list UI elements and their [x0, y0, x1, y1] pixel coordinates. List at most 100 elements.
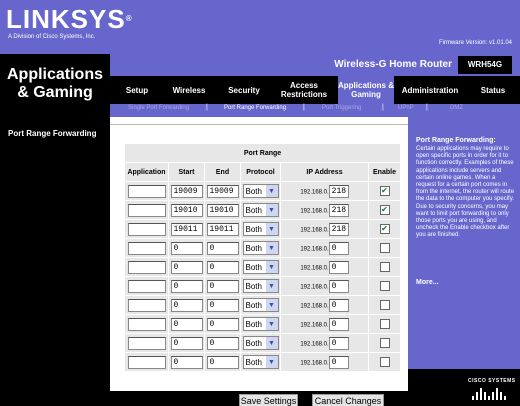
cell-start: 0 — [168, 333, 205, 353]
protocol-value: Both — [245, 205, 262, 215]
application-input[interactable] — [127, 241, 166, 255]
cell-protocol: Both ▼ — [240, 200, 281, 220]
ip-last-octet-input[interactable]: 218 — [328, 222, 349, 236]
start-port-input[interactable]: 19010 — [170, 203, 203, 217]
end-port-input[interactable]: 0 — [206, 279, 239, 293]
start-port-input[interactable]: 0 — [170, 241, 203, 255]
cell-enable — [368, 295, 401, 315]
cell-start: 19009 — [168, 181, 205, 201]
help-more-link[interactable]: More... — [416, 279, 439, 286]
enable-checkbox[interactable] — [379, 243, 390, 253]
application-input[interactable] — [127, 336, 166, 350]
tab-security[interactable]: Security — [220, 76, 268, 104]
end-port-input[interactable]: 19011 — [206, 222, 239, 236]
application-input[interactable] — [127, 203, 166, 217]
protocol-select[interactable]: Both ▼ — [242, 317, 279, 331]
enable-checkbox[interactable] — [379, 300, 390, 310]
protocol-value: Both — [245, 186, 262, 196]
end-port-input[interactable]: 0 — [206, 260, 239, 274]
end-port-input[interactable]: 19009 — [206, 184, 239, 198]
subtab-port-triggering[interactable]: Port Triggering — [322, 105, 361, 111]
end-port-input[interactable]: 0 — [206, 241, 239, 255]
subtab-upnp[interactable]: UPnP — [398, 105, 414, 111]
subtab-single-port-forwarding[interactable]: Single Port Forwarding — [128, 105, 189, 111]
tab-wireless[interactable]: Wireless — [166, 76, 212, 104]
cell-application — [124, 200, 169, 220]
enable-checkbox[interactable] — [379, 319, 390, 329]
start-port-input[interactable]: 0 — [170, 355, 203, 369]
enable-checkbox[interactable] — [379, 338, 390, 348]
end-port-input[interactable]: 19010 — [206, 203, 239, 217]
table-caption: Port Range — [124, 143, 401, 163]
cell-enable — [368, 314, 401, 334]
ip-last-octet-input[interactable]: 0 — [328, 355, 349, 369]
application-input[interactable] — [127, 355, 166, 369]
start-port-input[interactable]: 0 — [170, 260, 203, 274]
ip-last-octet-input[interactable]: 0 — [328, 298, 349, 312]
protocol-select[interactable]: Both ▼ — [242, 298, 279, 312]
ip-last-octet-input[interactable]: 0 — [328, 317, 349, 331]
cell-protocol: Both ▼ — [240, 181, 281, 201]
protocol-value: Both — [245, 281, 262, 291]
protocol-select[interactable]: Both ▼ — [242, 241, 279, 255]
application-input[interactable] — [127, 222, 166, 236]
protocol-select[interactable]: Both ▼ — [242, 355, 279, 369]
table-row: 0 0 Both ▼ 192.168.0. 0 — [124, 352, 401, 372]
subtab-port-range-forwarding[interactable]: Port Range Forwarding — [224, 105, 286, 111]
enable-checkbox[interactable] — [379, 281, 390, 291]
ip-last-octet-input[interactable]: 0 — [328, 336, 349, 350]
ip-last-octet-input[interactable]: 0 — [328, 279, 349, 293]
ip-last-octet-input[interactable]: 0 — [328, 260, 349, 274]
enable-checkbox[interactable]: ✔ — [379, 224, 390, 234]
start-port-input[interactable]: 0 — [170, 317, 203, 331]
ip-prefix: 192.168.0. — [300, 207, 329, 214]
ip-prefix: 192.168.0. — [300, 264, 329, 271]
subtab-dmz[interactable]: DMZ — [450, 105, 463, 111]
enable-checkbox[interactable]: ✔ — [379, 186, 390, 196]
section-title-line1: Applications — [6, 66, 103, 83]
ip-last-octet-input[interactable]: 0 — [328, 241, 349, 255]
start-port-input[interactable]: 0 — [170, 279, 203, 293]
end-port-input[interactable]: 0 — [206, 355, 239, 369]
enable-checkbox[interactable] — [379, 262, 390, 272]
tab-applications-gaming[interactable]: Applications & Gaming — [338, 76, 394, 104]
ip-last-octet-input[interactable]: 218 — [328, 203, 349, 217]
end-port-input[interactable]: 0 — [206, 336, 239, 350]
start-port-input[interactable]: 0 — [170, 298, 203, 312]
end-port-input[interactable]: 0 — [206, 317, 239, 331]
application-input[interactable] — [127, 184, 166, 198]
application-input[interactable] — [127, 260, 166, 274]
protocol-select[interactable]: Both ▼ — [242, 184, 279, 198]
model-number: WRH54G — [458, 56, 512, 74]
application-input[interactable] — [127, 298, 166, 312]
protocol-select[interactable]: Both ▼ — [242, 260, 279, 274]
tab-administration[interactable]: Administration — [398, 76, 462, 104]
cell-start: 19010 — [168, 200, 205, 220]
cancel-changes-button[interactable]: Cancel Changes — [312, 394, 384, 406]
application-input[interactable] — [127, 279, 166, 293]
start-port-input[interactable]: 19011 — [170, 222, 203, 236]
product-name: Wireless-G Home Router — [334, 59, 452, 70]
cell-application — [124, 257, 169, 277]
enable-checkbox[interactable]: ✔ — [379, 205, 390, 215]
start-port-input[interactable]: 0 — [170, 336, 203, 350]
protocol-select[interactable]: Both ▼ — [242, 336, 279, 350]
chevron-down-icon: ▼ — [265, 261, 278, 273]
enable-checkbox[interactable] — [379, 357, 390, 367]
ip-prefix: 192.168.0. — [300, 226, 329, 233]
tab-setup[interactable]: Setup — [116, 76, 158, 104]
protocol-select[interactable]: Both ▼ — [242, 222, 279, 236]
divider — [110, 124, 408, 125]
chevron-down-icon: ▼ — [265, 223, 278, 235]
start-port-input[interactable]: 19009 — [170, 184, 203, 198]
end-port-input[interactable]: 0 — [206, 298, 239, 312]
save-settings-button[interactable]: Save Settings — [239, 394, 298, 406]
protocol-select[interactable]: Both ▼ — [242, 279, 279, 293]
linksys-logo: LINKSYS® — [6, 4, 133, 34]
protocol-select[interactable]: Both ▼ — [242, 203, 279, 217]
table-row: 19010 19010 Both ▼ 192.168.0. 218 ✔ — [124, 200, 401, 220]
ip-last-octet-input[interactable]: 218 — [328, 184, 349, 198]
application-input[interactable] — [127, 317, 166, 331]
tab-access-restrictions[interactable]: Access Restrictions — [276, 76, 332, 104]
tab-status[interactable]: Status — [472, 76, 514, 104]
